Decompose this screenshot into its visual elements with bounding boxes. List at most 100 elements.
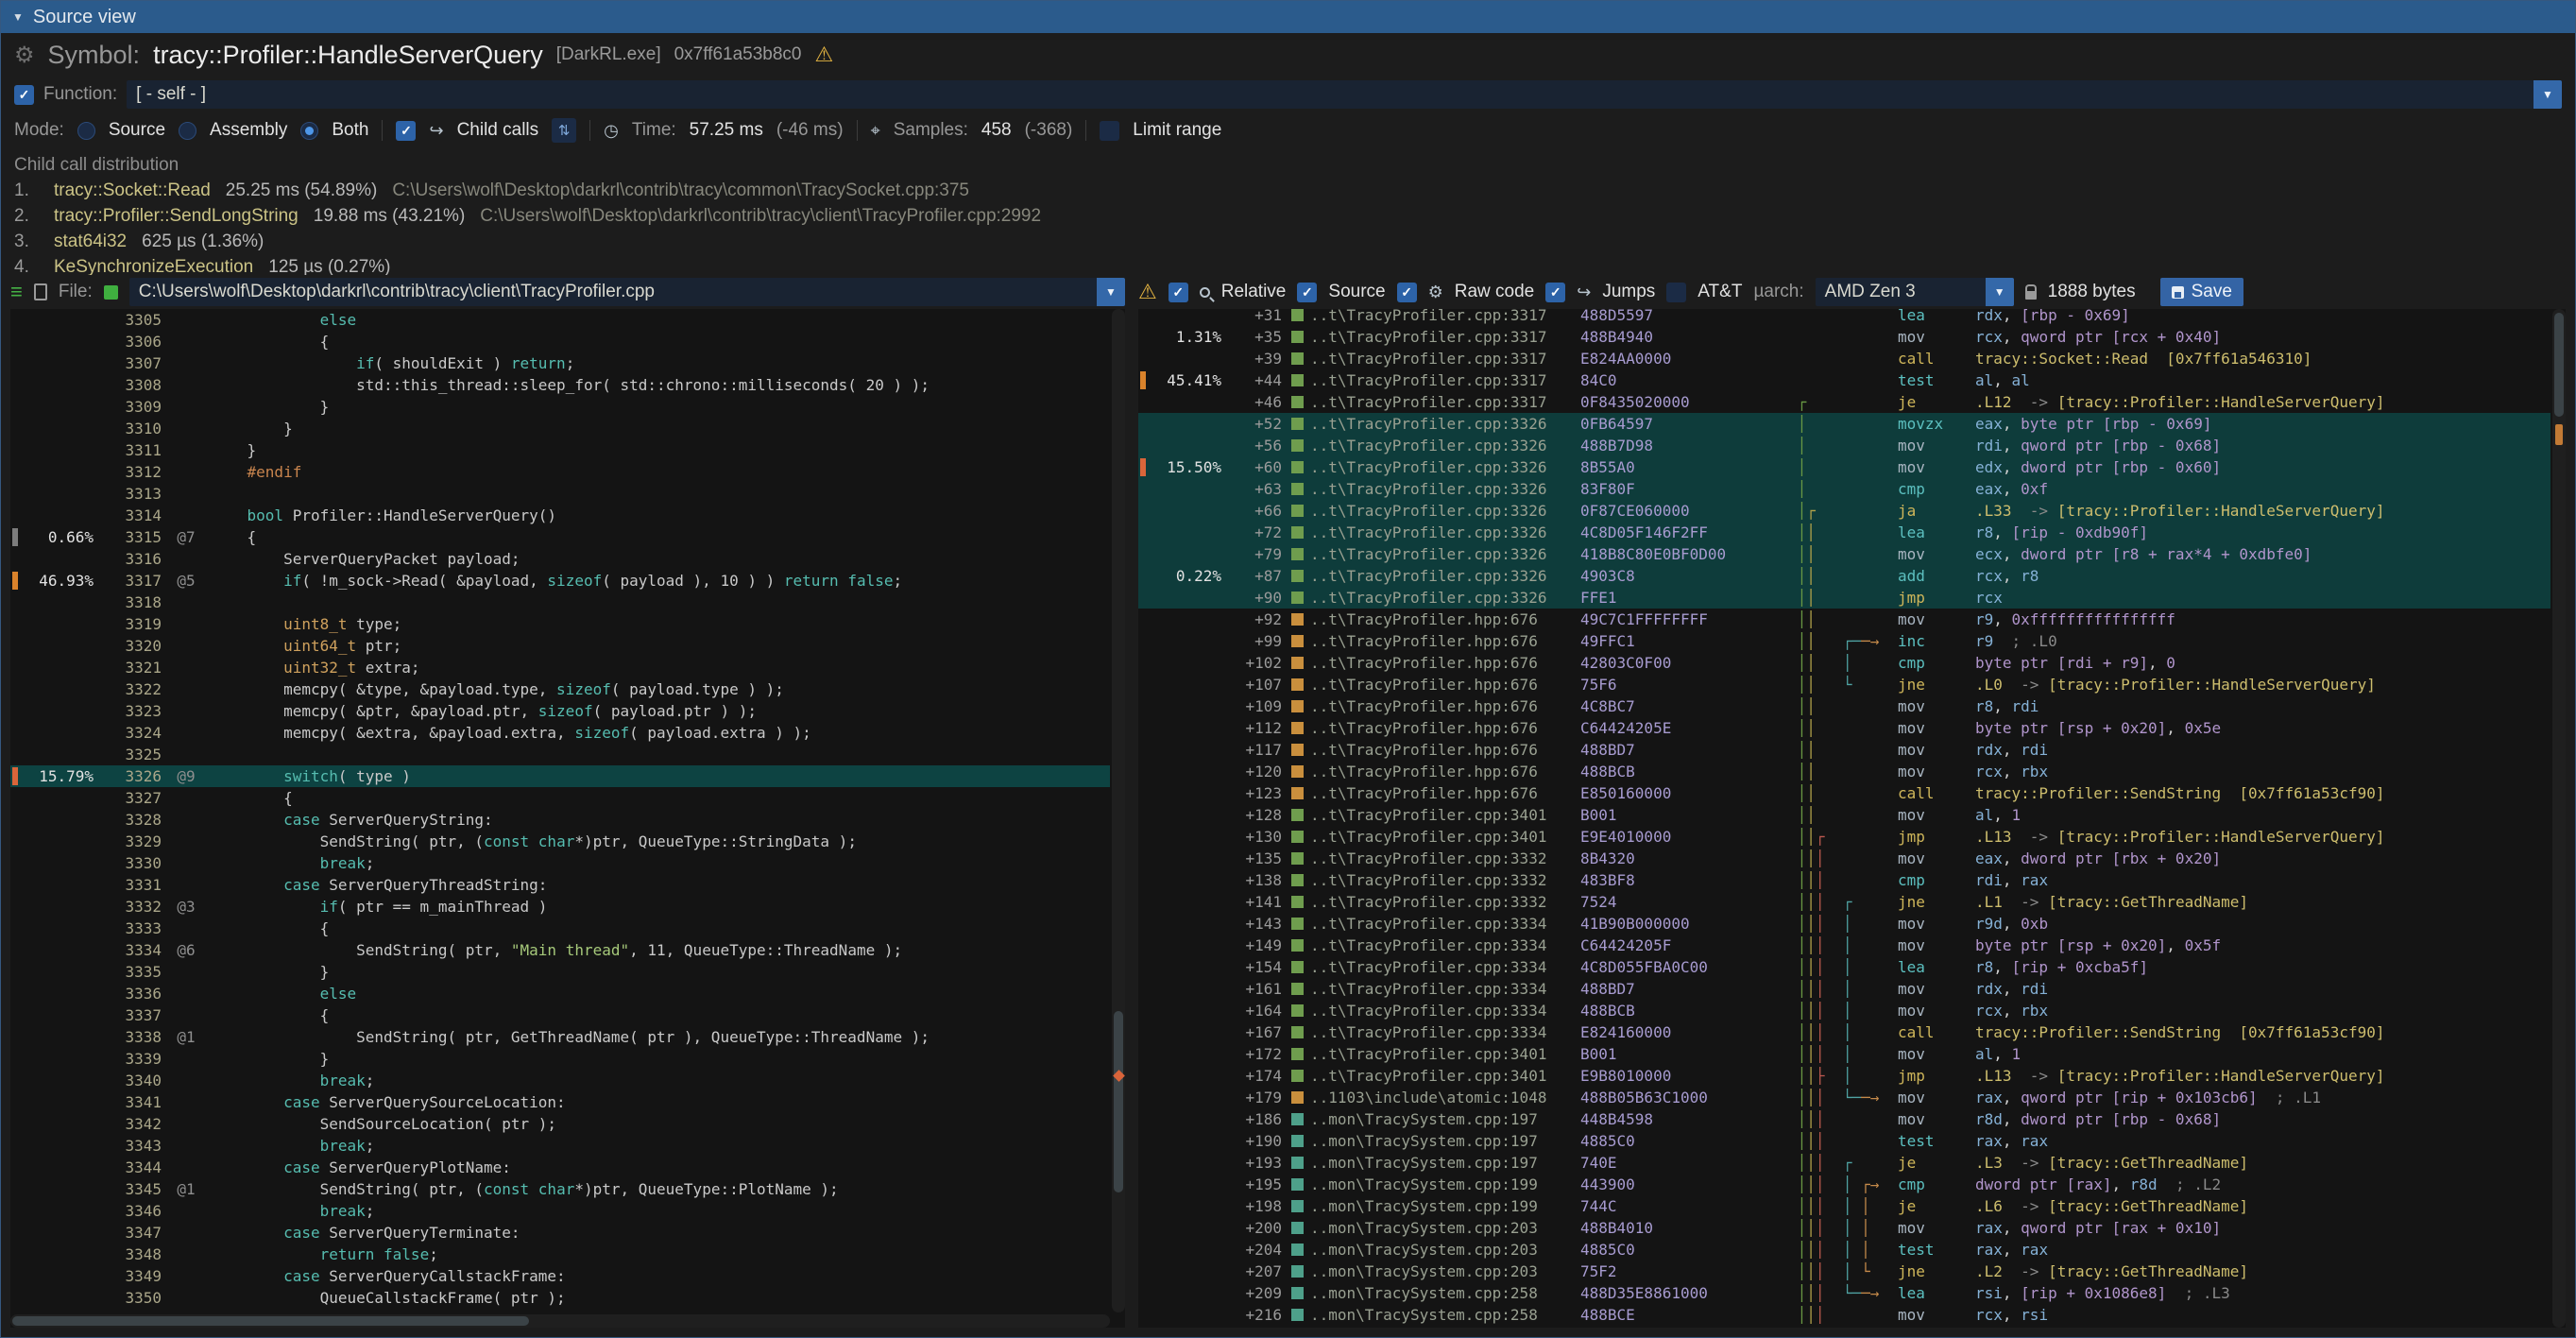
asm-row[interactable]: +207..mon\TracySystem.cpp:20375F2│││ │ └… — [1138, 1261, 2550, 1282]
asm-row[interactable]: +117..t\TracyProfiler.hpp:676488BD7││ mo… — [1138, 739, 2550, 761]
source-line[interactable]: 3333 { — [10, 918, 1110, 939]
source-line[interactable]: 3323 memcpy( &ptr, &payload.ptr, sizeof(… — [10, 700, 1110, 722]
asm-source-location[interactable]: ..t\TracyProfiler.hpp:676 — [1310, 782, 1580, 804]
source-line[interactable]: 3341 case ServerQuerySourceLocation: — [10, 1091, 1110, 1113]
radio-source[interactable] — [77, 122, 95, 140]
asm-row[interactable]: 1.31%+35..t\TracyProfiler.cpp:3317488B49… — [1138, 326, 2550, 348]
source-hscroll-thumb[interactable] — [12, 1316, 529, 1326]
source-line[interactable]: 3310 } — [10, 418, 1110, 439]
asm-source-location[interactable]: ..mon\TracySystem.cpp:199 — [1310, 1174, 1580, 1195]
asm-row[interactable]: +46..t\TracyProfiler.cpp:33170F843502000… — [1138, 391, 2550, 413]
source-horizontal-scrollbar[interactable] — [10, 1314, 1110, 1328]
asm-row[interactable]: +143..t\TracyProfiler.cpp:333441B90B0000… — [1138, 913, 2550, 935]
asm-row[interactable]: +92..t\TracyProfiler.hpp:67649C7C1FFFFFF… — [1138, 609, 2550, 630]
asm-source-location[interactable]: ..t\TracyProfiler.cpp:3334 — [1310, 978, 1580, 1000]
child-call-item[interactable]: 4.KeSynchronizeExecution125 µs (0.27%) — [14, 254, 2562, 275]
relative-label[interactable]: Relative — [1221, 282, 1287, 302]
relative-checkbox[interactable]: ✓ — [1169, 283, 1188, 302]
asm-source-location[interactable]: ..t\TracyProfiler.cpp:3334 — [1310, 1021, 1580, 1043]
source-line[interactable]: 3345@1 SendString( ptr, (const char*)ptr… — [10, 1178, 1110, 1200]
asm-source-location[interactable]: ..t\TracyProfiler.hpp:676 — [1310, 761, 1580, 782]
source-line[interactable]: 3331 case ServerQueryThreadString: — [10, 874, 1110, 896]
asm-row[interactable]: +138..t\TracyProfiler.cpp:3332483BF8│││ … — [1138, 869, 2550, 891]
source-line[interactable]: 3330 break; — [10, 852, 1110, 874]
asm-row[interactable]: +39..t\TracyProfiler.cpp:3317E824AA0000 … — [1138, 348, 2550, 369]
asm-row[interactable]: +130..t\TracyProfiler.cpp:3401E9E4010000… — [1138, 826, 2550, 848]
asm-source-location[interactable]: ..t\TracyProfiler.cpp:3326 — [1310, 522, 1580, 543]
source-line[interactable]: 3316 ServerQueryPacket payload; — [10, 548, 1110, 570]
asm-row[interactable]: 0.22%+87..t\TracyProfiler.cpp:33264903C8… — [1138, 565, 2550, 587]
asm-row[interactable]: +79..t\TracyProfiler.cpp:3326418B8C80E0B… — [1138, 543, 2550, 565]
asm-source-location[interactable]: ..t\TracyProfiler.hpp:676 — [1310, 609, 1580, 630]
source-line[interactable]: 3309 } — [10, 396, 1110, 418]
source-line[interactable]: 3324 memcpy( &extra, &payload.extra, siz… — [10, 722, 1110, 744]
radio-assembly-label[interactable]: Assembly — [210, 120, 287, 141]
asm-source-location[interactable]: ..t\TracyProfiler.cpp:3334 — [1310, 913, 1580, 935]
asm-source-location[interactable]: ..t\TracyProfiler.cpp:3317 — [1310, 391, 1580, 413]
radio-both-label[interactable]: Both — [332, 120, 368, 141]
asm-source-location[interactable]: ..t\TracyProfiler.cpp:3401 — [1310, 1043, 1580, 1065]
asm-row[interactable]: +193..mon\TracySystem.cpp:197740E│││ ┌ j… — [1138, 1152, 2550, 1174]
source-line[interactable]: 3340 break; — [10, 1070, 1110, 1091]
asm-row[interactable]: 15.50%+60..t\TracyProfiler.cpp:33268B55A… — [1138, 456, 2550, 478]
asm-source-location[interactable]: ..t\TracyProfiler.cpp:3334 — [1310, 935, 1580, 956]
asm-source-location[interactable]: ..t\TracyProfiler.cpp:3401 — [1310, 826, 1580, 848]
asm-source-location[interactable]: ..t\TracyProfiler.cpp:3326 — [1310, 435, 1580, 456]
asm-row[interactable]: +107..t\TracyProfiler.hpp:67675F6││ └ jn… — [1138, 674, 2550, 695]
asm-source-location[interactable]: ..mon\TracySystem.cpp:203 — [1310, 1239, 1580, 1261]
att-checkbox[interactable] — [1666, 283, 1686, 302]
source-line[interactable]: 3329 SendString( ptr, (const char*)ptr, … — [10, 831, 1110, 852]
file-select-arrow-icon[interactable]: ▼ — [1097, 278, 1125, 306]
asm-source-location[interactable]: ..t\TracyProfiler.cpp:3326 — [1310, 500, 1580, 522]
child-call-item[interactable]: 3.stat64i32625 µs (1.36%) — [14, 229, 2562, 254]
child-call-item[interactable]: 1.tracy::Socket::Read25.25 ms (54.89%)C:… — [14, 178, 2562, 203]
asm-source-location[interactable]: ..mon\TracySystem.cpp:258 — [1310, 1282, 1580, 1304]
asm-source-location[interactable]: ..t\TracyProfiler.hpp:676 — [1310, 717, 1580, 739]
source-line[interactable]: 3314 bool Profiler::HandleServerQuery() — [10, 505, 1110, 526]
source-line[interactable]: 3348 return false; — [10, 1244, 1110, 1265]
asm-source-location[interactable]: ..t\TracyProfiler.cpp:3317 — [1310, 326, 1580, 348]
source-line[interactable]: 3308 std::this_thread::sleep_for( std::c… — [10, 374, 1110, 396]
source-line[interactable]: 3332@3 if( ptr == m_mainThread ) — [10, 896, 1110, 918]
asm-row[interactable]: +200..mon\TracySystem.cpp:203488B4010│││… — [1138, 1217, 2550, 1239]
asm-source-location[interactable]: ..t\TracyProfiler.cpp:3317 — [1310, 309, 1580, 326]
asm-source-location[interactable]: ..mon\TracySystem.cpp:203 — [1310, 1261, 1580, 1282]
source-line[interactable]: 3342 SendSourceLocation( ptr ); — [10, 1113, 1110, 1135]
asm-source-location[interactable]: ..t\TracyProfiler.cpp:3326 — [1310, 565, 1580, 587]
march-select-arrow-icon[interactable]: ▼ — [1986, 278, 2014, 306]
asm-row[interactable]: +161..t\TracyProfiler.cpp:3334488BD7│││ … — [1138, 978, 2550, 1000]
collapse-arrow-icon[interactable]: ▼ — [12, 10, 24, 24]
limit-range-checkbox[interactable] — [1100, 121, 1119, 141]
asm-row[interactable]: 45.41%+44..t\TracyProfiler.cpp:331784C0 … — [1138, 369, 2550, 391]
march-select[interactable]: AMD Zen 3 ▼ — [1816, 278, 2014, 306]
source-line[interactable]: 3339 } — [10, 1048, 1110, 1070]
source-line[interactable]: 3325 — [10, 744, 1110, 765]
source-line[interactable]: 3335 } — [10, 961, 1110, 983]
asm-source-location[interactable]: ..t\TracyProfiler.cpp:3332 — [1310, 891, 1580, 913]
source-line[interactable]: 3305 else — [10, 309, 1110, 331]
asm-row[interactable]: +204..mon\TracySystem.cpp:2034885C0│││ │… — [1138, 1239, 2550, 1261]
asm-row[interactable]: +123..t\TracyProfiler.hpp:676E850160000│… — [1138, 782, 2550, 804]
radio-source-label[interactable]: Source — [109, 120, 165, 141]
asm-source-location[interactable]: ..t\TracyProfiler.cpp:3401 — [1310, 804, 1580, 826]
jumps-label[interactable]: Jumps — [1602, 282, 1655, 302]
asm-row[interactable]: +216..mon\TracySystem.cpp:258488BCE│││ m… — [1138, 1304, 2550, 1326]
source-line[interactable]: 3349 case ServerQueryCallstackFrame: — [10, 1265, 1110, 1287]
asm-source-location[interactable]: ..t\TracyProfiler.hpp:676 — [1310, 695, 1580, 717]
asm-source-location[interactable]: ..t\TracyProfiler.cpp:3401 — [1310, 1065, 1580, 1087]
asm-source-location[interactable]: ..t\TracyProfiler.cpp:3326 — [1310, 456, 1580, 478]
asm-row[interactable]: +31..t\TracyProfiler.cpp:3317488D5597 le… — [1138, 309, 2550, 326]
asm-row[interactable]: +99..t\TracyProfiler.hpp:67649FFC1││ ┌──… — [1138, 630, 2550, 652]
radio-assembly[interactable] — [179, 122, 196, 140]
asm-source-location[interactable]: ..t\TracyProfiler.cpp:3317 — [1310, 369, 1580, 391]
asm-row[interactable]: +56..t\TracyProfiler.cpp:3326488B7D98│ m… — [1138, 435, 2550, 456]
source-line[interactable]: 3327 { — [10, 787, 1110, 809]
source-line[interactable]: 3334@6 SendString( ptr, "Main thread", 1… — [10, 939, 1110, 961]
source-vscroll-thumb[interactable] — [1114, 1011, 1123, 1192]
source-line[interactable]: 3321 uint32_t extra; — [10, 657, 1110, 678]
child-call-item[interactable]: 2.tracy::Profiler::SendLongString19.88 m… — [14, 203, 2562, 229]
asm-source-location[interactable]: ..t\TracyProfiler.hpp:676 — [1310, 630, 1580, 652]
asm-row[interactable]: +172..t\TracyProfiler.cpp:3401B001│││ │ … — [1138, 1043, 2550, 1065]
source-line[interactable]: 3338@1 SendString( ptr, GetThreadName( p… — [10, 1026, 1110, 1048]
asm-row[interactable]: +179..1103\include\atomic:1048488B05B63C… — [1138, 1087, 2550, 1108]
